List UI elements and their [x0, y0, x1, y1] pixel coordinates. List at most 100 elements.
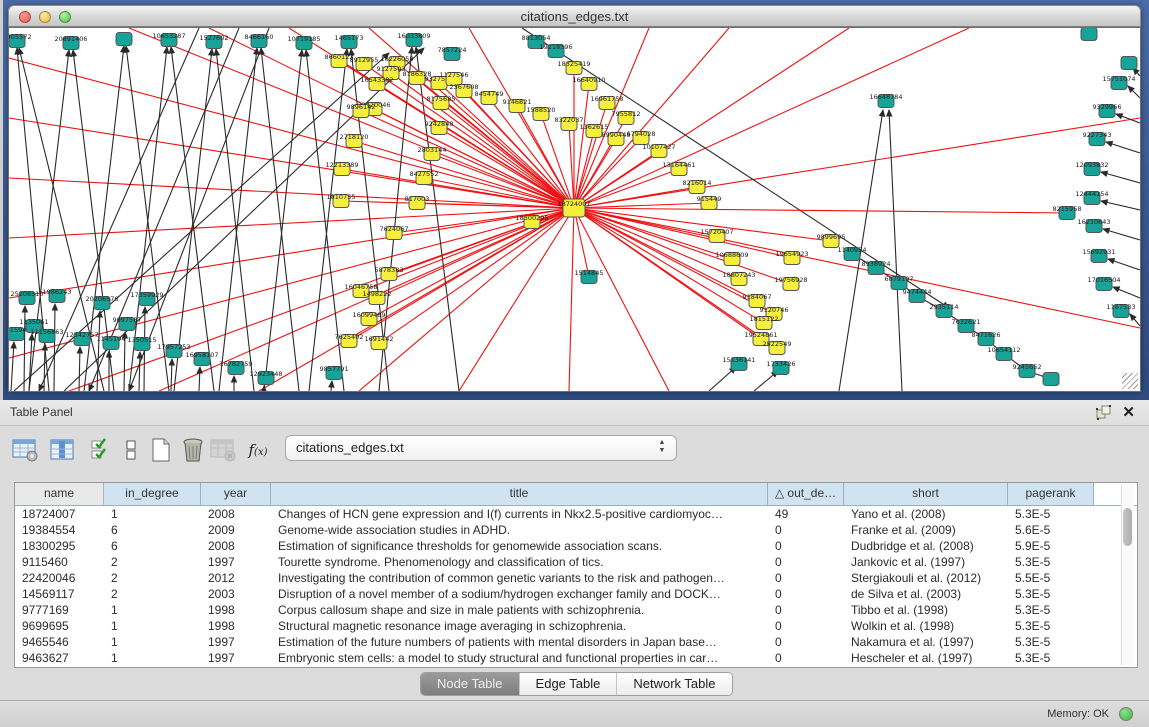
graph-node[interactable] — [1081, 28, 1097, 41]
table-row[interactable]: 2242004622012Investigating the contribut… — [15, 570, 1137, 586]
graph-node-label: 12923448 — [249, 370, 282, 378]
graph-node-label: 7955812 — [612, 110, 641, 118]
graph-node-label: 19524861 — [744, 331, 777, 339]
column-header-name[interactable]: name — [15, 483, 104, 505]
graph-node-label: 1498222 — [363, 290, 392, 298]
graph-node-label: 9899695 — [817, 233, 846, 241]
graph-node-label: 1145194 — [97, 335, 126, 343]
graph-node-label: 8938924 — [862, 260, 891, 268]
create-table-button[interactable] — [146, 434, 176, 466]
table-cell: 9699695 — [15, 618, 104, 634]
graph-node-label: 16782759 — [219, 360, 252, 368]
table-cell: Estimation of significance thresholds fo… — [271, 538, 768, 554]
network-canvas[interactable]: 2405572208914061065328715276028466160107… — [8, 27, 1141, 392]
column-header-year[interactable]: year — [201, 483, 271, 505]
graph-node-label: 16210643 — [1077, 218, 1110, 226]
network-window-titlebar[interactable]: citations_edges.txt — [8, 5, 1141, 27]
column-header-out_de[interactable]: △ out_de… — [768, 483, 844, 505]
graph-node-label: 18300295 — [515, 214, 548, 222]
column-header-short[interactable]: short — [844, 483, 1008, 505]
table-toolbar: f(x) citations_edges.txt ▲▼ — [0, 430, 1149, 474]
table-cell: 18724007 — [15, 506, 104, 522]
network-window: citations_edges.txt 24055722089140610653… — [8, 5, 1141, 390]
graph-node-label: 5878383 — [375, 266, 404, 274]
graph-node-label: 8175685 — [427, 95, 456, 103]
graph-node-label: 9896142 — [347, 103, 376, 111]
graph-node-label: 16640910 — [572, 76, 605, 84]
graph-node-label: 15751074 — [1102, 75, 1135, 83]
table-cell: Wolkin et al. (1998) — [844, 618, 1008, 634]
table-cell: Tibbo et al. (1998) — [844, 602, 1008, 618]
graph-node[interactable] — [116, 33, 132, 46]
graph-node-label: 10653287 — [152, 32, 185, 40]
graph-node-label: 17016504 — [1087, 276, 1120, 284]
citation-network-graph[interactable]: 2405572208914061065328715276028466160107… — [9, 28, 1140, 391]
table-cell: Embryonic stem cells: a model to study s… — [271, 650, 768, 666]
table-row[interactable]: 977716911998Corpus callosum shape and si… — [15, 602, 1137, 618]
table-cell: 2008 — [201, 506, 271, 522]
graph-node-label: 19756928 — [774, 276, 807, 284]
network-table-selector[interactable]: citations_edges.txt ▲▼ — [285, 435, 677, 461]
table-body: 1872400712008Changes of HCN gene express… — [15, 506, 1137, 666]
table-cell: 1998 — [201, 618, 271, 634]
table-cell: Genome-wide association studies in ADHD. — [271, 522, 768, 538]
graph-node-label: 1465173 — [335, 34, 364, 42]
table-panel-title: Table Panel — [10, 405, 73, 419]
table-cell: Jankovic et al. (1997) — [844, 554, 1008, 570]
graph-node-label: 10719185 — [287, 35, 320, 43]
resize-grip-icon[interactable] — [1122, 373, 1138, 389]
table-cell: 0 — [768, 522, 844, 538]
table-cell: Hescheler et al. (1997) — [844, 650, 1008, 666]
graph-node[interactable] — [1121, 57, 1137, 70]
table-row[interactable]: 969969511998Structural magnetic resonanc… — [15, 618, 1137, 634]
row-height-button[interactable] — [116, 434, 146, 466]
graph-node-label: 20206576 — [85, 295, 118, 303]
table-cell: 2003 — [201, 586, 271, 602]
table-cell: 2 — [104, 586, 201, 602]
tab-edge-table[interactable]: Edge Table — [520, 673, 618, 695]
table-cell: 9465546 — [15, 634, 104, 650]
table-cell: 22420046 — [15, 570, 104, 586]
table-header-row: namein_degreeyeartitle△ out_de…shortpage… — [15, 483, 1137, 506]
table-row[interactable]: 946362711997Embryonic stem cells: a mode… — [15, 650, 1137, 666]
table-row[interactable]: 946554611997Estimation of the future num… — [15, 634, 1137, 650]
table-cell: 9463627 — [15, 650, 104, 666]
tab-node-table[interactable]: Node Table — [421, 673, 520, 695]
graph-node-label: 1986243 — [43, 288, 72, 296]
table-cell: 2008 — [201, 538, 271, 554]
table-row[interactable]: 1456911722003Disruption of a novel membe… — [15, 586, 1137, 602]
float-panel-icon[interactable] — [1096, 405, 1111, 420]
table-cell: 1997 — [201, 650, 271, 666]
table-row[interactable]: 1938455462009Genome-wide association stu… — [15, 522, 1137, 538]
delete-table-button[interactable] — [208, 434, 238, 466]
table-cell: 5.3E-5 — [1008, 618, 1094, 634]
table-row[interactable]: 911546021997Tourette syndrome. Phenomeno… — [15, 554, 1137, 570]
table-row[interactable]: 1830029562008Estimation of significance … — [15, 538, 1137, 554]
graph-node-label: 2718120 — [340, 133, 369, 141]
table-cell: Stergiakouli et al. (2012) — [844, 570, 1008, 586]
function-builder-button[interactable]: f(x) — [243, 434, 273, 466]
table-cell: 49 — [768, 506, 844, 522]
table-cell: 5.6E-5 — [1008, 522, 1094, 538]
column-header-in_degree[interactable]: in_degree — [104, 483, 201, 505]
graph-node[interactable] — [1043, 373, 1059, 386]
table-cell: 6 — [104, 522, 201, 538]
scrollbar-thumb[interactable] — [1123, 508, 1132, 546]
table-row[interactable]: 1872400712008Changes of HCN gene express… — [15, 506, 1137, 522]
column-header-pagerank[interactable]: pagerank — [1008, 483, 1094, 505]
graph-node-label: 8912955 — [350, 56, 379, 64]
close-panel-icon[interactable]: ✕ — [1122, 403, 1135, 421]
graph-node-label: 15720407 — [700, 228, 733, 236]
delete-entries-button[interactable] — [178, 434, 208, 466]
tab-network-table[interactable]: Network Table — [617, 673, 731, 695]
column-header-title[interactable]: title — [271, 483, 768, 505]
table-scrollbar[interactable] — [1121, 484, 1134, 665]
graph-node-label: 18807243 — [722, 271, 755, 279]
table-cell: Changes of HCN gene expression and I(f) … — [271, 506, 768, 522]
select-rows-button[interactable] — [86, 434, 116, 466]
table-options-button[interactable] — [10, 434, 40, 466]
memory-status-label: Memory: OK — [1047, 708, 1109, 720]
memory-status-icon[interactable] — [1119, 707, 1133, 721]
show-columns-button[interactable] — [48, 434, 78, 466]
graph-node-label: 1810755 — [327, 193, 356, 201]
